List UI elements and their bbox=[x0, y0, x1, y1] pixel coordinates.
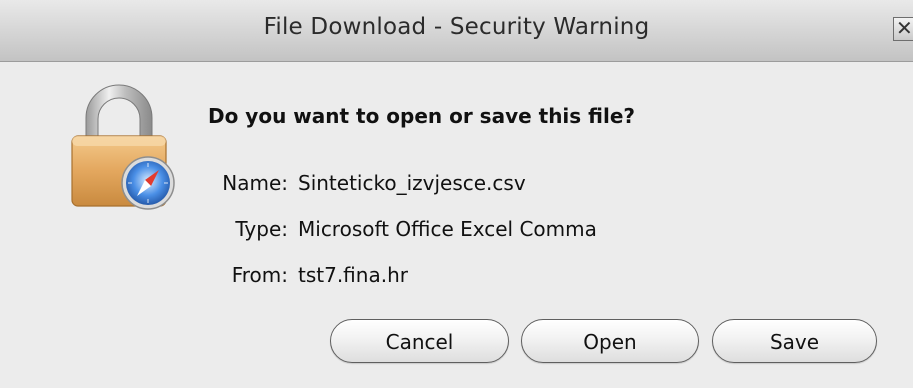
from-label: From: bbox=[231, 263, 288, 287]
type-label: Type: bbox=[235, 217, 288, 241]
file-type-value: Microsoft Office Excel Comma bbox=[298, 217, 597, 241]
file-name-row: Name: Sinteticko_izvjesce.csv bbox=[222, 171, 526, 195]
window-title: File Download - Security Warning bbox=[263, 14, 650, 40]
button-row: Cancel Open Save bbox=[0, 319, 913, 365]
close-icon: ✕ bbox=[896, 16, 913, 40]
close-button[interactable]: ✕ bbox=[893, 17, 913, 41]
file-source-value: tst7.fina.hr bbox=[298, 263, 408, 287]
name-label: Name: bbox=[222, 171, 288, 195]
open-button[interactable]: Open bbox=[521, 319, 699, 363]
file-type-row: Type: Microsoft Office Excel Comma bbox=[235, 217, 597, 241]
file-download-dialog: File Download - Security Warning ✕ Do yo… bbox=[0, 0, 913, 388]
safari-compass-icon bbox=[121, 156, 175, 210]
file-name-value: Sinteticko_izvjesce.csv bbox=[298, 171, 526, 195]
file-source-row: From: tst7.fina.hr bbox=[232, 263, 408, 287]
title-bar[interactable]: File Download - Security Warning ✕ bbox=[0, 0, 913, 62]
save-button[interactable]: Save bbox=[712, 319, 877, 363]
cancel-button[interactable]: Cancel bbox=[330, 319, 509, 363]
dialog-question: Do you want to open or save this file? bbox=[208, 104, 636, 128]
